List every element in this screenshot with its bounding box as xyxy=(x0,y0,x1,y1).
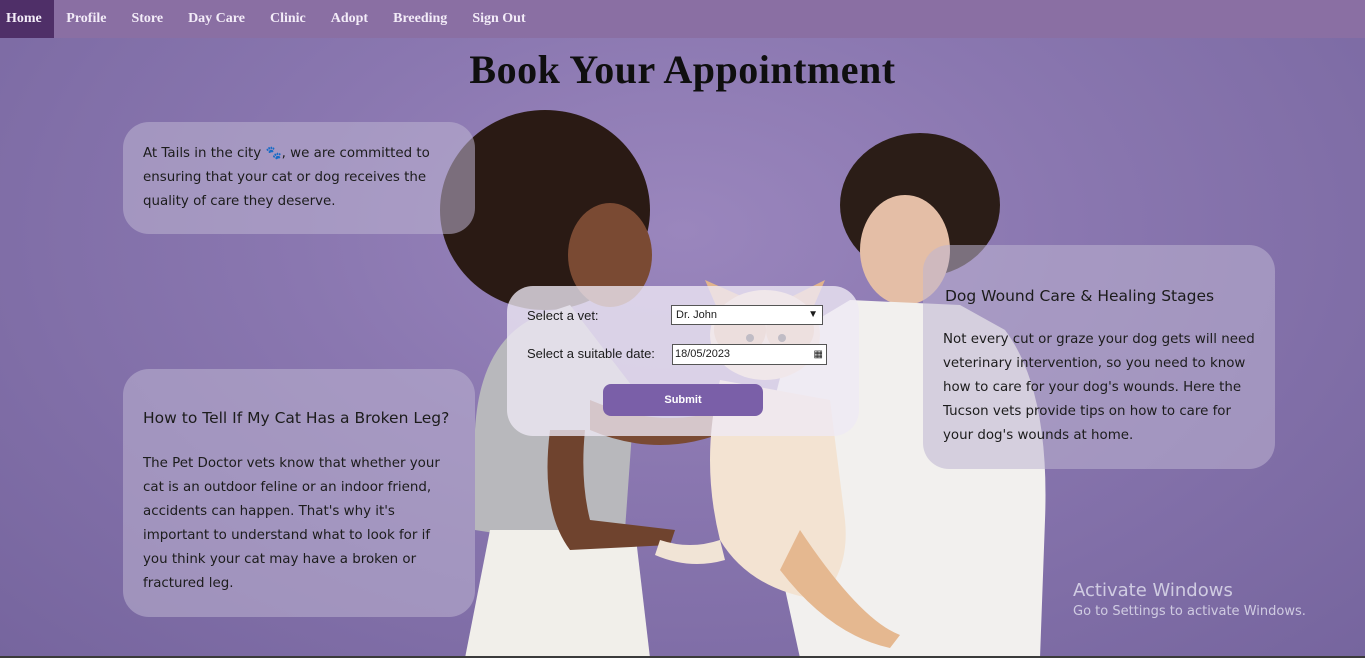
submit-button[interactable]: Submit xyxy=(603,384,763,416)
activate-windows-watermark: Activate Windows Go to Settings to activ… xyxy=(1073,580,1306,619)
date-label: Select a suitable date: xyxy=(527,346,655,361)
vet-select-value: Dr. John xyxy=(676,309,717,321)
booking-form: Select a vet: Dr. John ▼ Select a suitab… xyxy=(507,286,859,436)
commitment-card: At Tails in the city 🐾, we are committed… xyxy=(123,122,475,234)
calendar-icon[interactable]: ▦ xyxy=(814,345,823,364)
nav-day-care[interactable]: Day Care xyxy=(176,0,258,38)
dog-card-heading[interactable]: Dog Wound Care & Healing Stages xyxy=(945,287,1214,305)
cat-card-heading[interactable]: How to Tell If My Cat Has a Broken Leg? xyxy=(143,409,449,427)
commitment-text: At Tails in the city 🐾, we are committed… xyxy=(143,142,458,214)
paw-print-icon: 🐾 xyxy=(265,146,282,161)
top-navbar: Home Profile Store Day Care Clinic Adopt… xyxy=(0,0,1365,38)
watermark-title: Activate Windows xyxy=(1073,580,1233,601)
nav-sign-out[interactable]: Sign Out xyxy=(460,0,538,38)
nav-profile[interactable]: Profile xyxy=(54,0,119,38)
dog-wound-care-card: Dog Wound Care & Healing Stages Not ever… xyxy=(923,245,1275,469)
chevron-down-icon: ▼ xyxy=(808,309,818,320)
nav-clinic[interactable]: Clinic xyxy=(257,0,318,38)
cat-card-body: The Pet Doctor vets know that whether yo… xyxy=(143,456,440,591)
cat-broken-leg-card: How to Tell If My Cat Has a Broken Leg? … xyxy=(123,369,475,617)
watermark-subtitle: Go to Settings to activate Windows. xyxy=(1073,604,1306,619)
vet-select[interactable]: Dr. John ▼ xyxy=(671,305,823,325)
page-title: Book Your Appointment xyxy=(469,47,896,92)
date-input[interactable]: 18/05/2023 ▦ xyxy=(672,344,827,365)
vet-label: Select a vet: xyxy=(527,308,599,323)
nav-store[interactable]: Store xyxy=(119,0,176,38)
nav-home[interactable]: Home xyxy=(0,0,54,38)
nav-breeding[interactable]: Breeding xyxy=(381,0,460,38)
nav-adopt[interactable]: Adopt xyxy=(318,0,380,38)
dog-card-body: Not every cut or graze your dog gets wil… xyxy=(943,332,1255,443)
date-input-value: 18/05/2023 xyxy=(675,348,731,360)
